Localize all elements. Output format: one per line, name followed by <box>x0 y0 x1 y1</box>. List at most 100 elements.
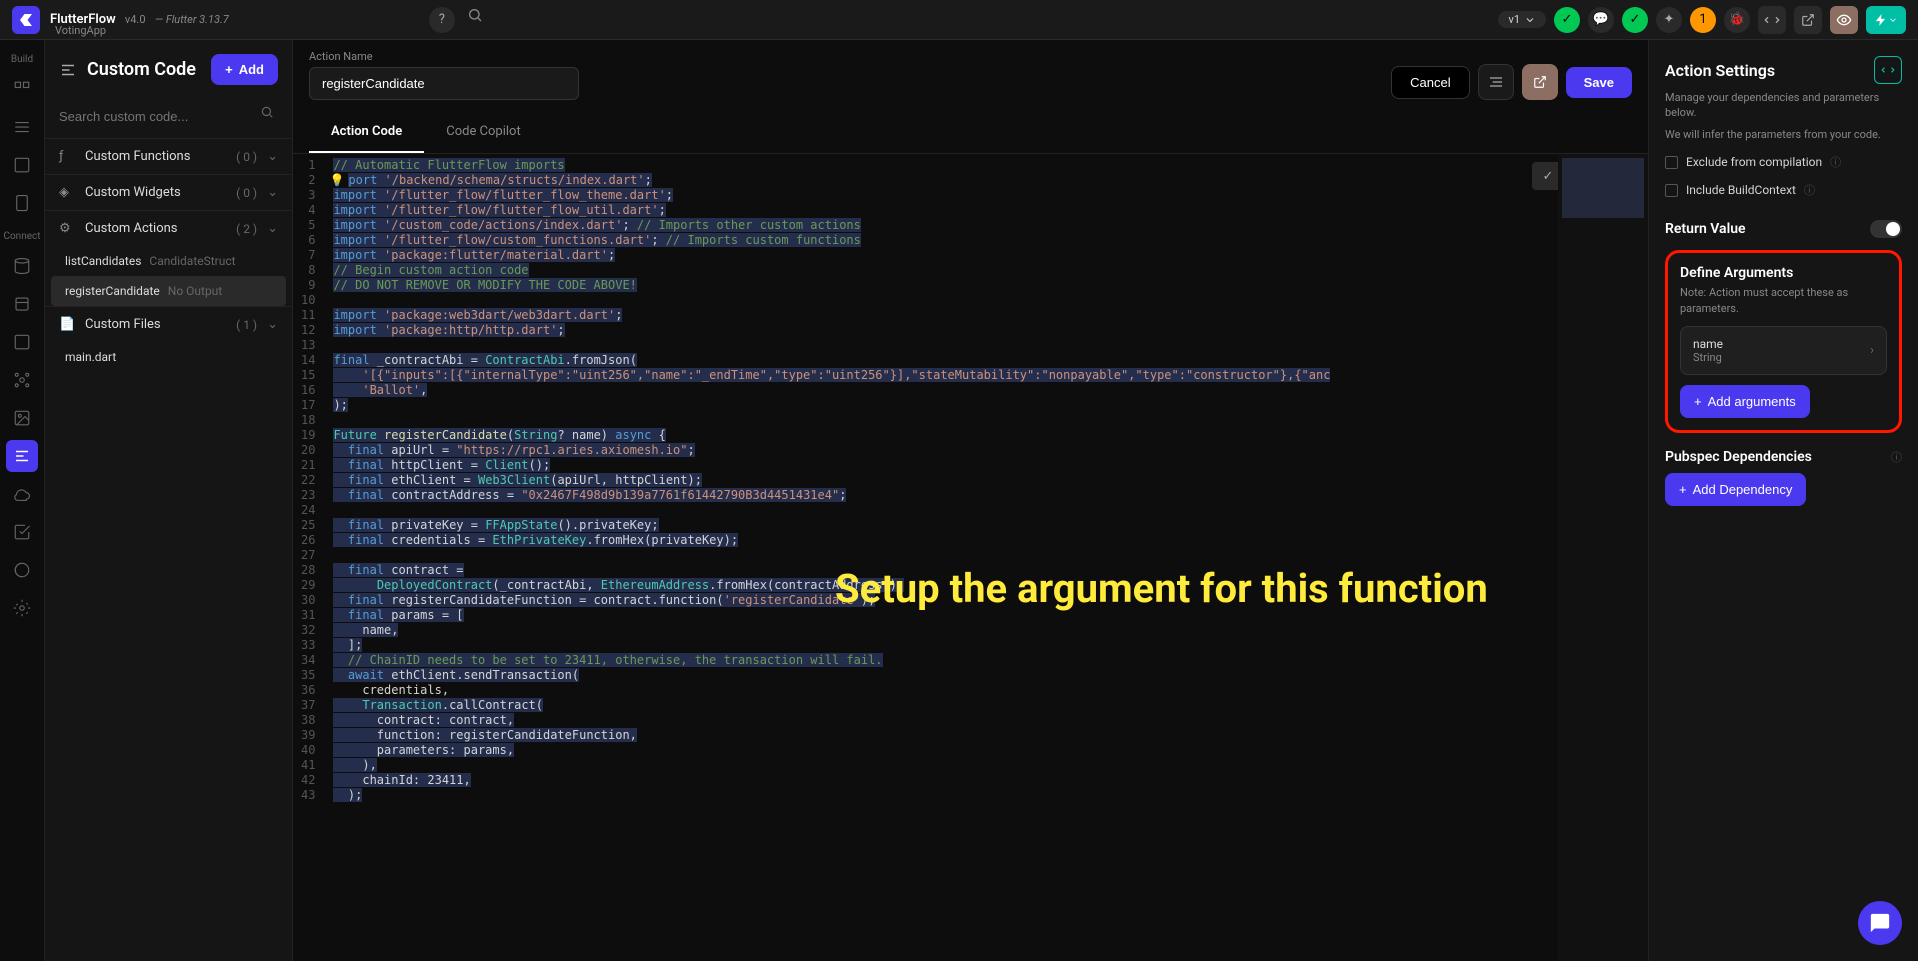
code-line[interactable]: // Automatic FlutterFlow imports <box>327 158 1648 173</box>
comments-icon[interactable]: 💬 <box>1588 7 1614 33</box>
branch-selector[interactable]: v1 <box>1498 11 1546 28</box>
code-line[interactable]: ), <box>327 758 1648 773</box>
save-button[interactable]: Save <box>1566 67 1632 98</box>
code-line[interactable]: contract: contract, <box>327 713 1648 728</box>
rail-storyboard-icon[interactable] <box>6 149 38 181</box>
rail-api-icon[interactable] <box>6 364 38 396</box>
code-line[interactable] <box>327 293 1648 308</box>
code-line[interactable]: import '/flutter_flow/flutter_flow_util.… <box>327 203 1648 218</box>
code-line[interactable]: final privateKey = FFAppState().privateK… <box>327 518 1648 533</box>
include-buildcontext-row[interactable]: Include BuildContext ⓘ <box>1665 176 1902 204</box>
info-icon[interactable]: ⓘ <box>1830 154 1841 170</box>
minimap[interactable] <box>1558 154 1648 961</box>
search-input[interactable] <box>59 103 278 130</box>
code-line[interactable]: final _contractAbi = ContractAbi.fromJso… <box>327 353 1648 368</box>
code-line[interactable] <box>327 338 1648 353</box>
app-logo[interactable] <box>12 6 40 34</box>
rail-cloud-icon[interactable] <box>6 478 38 510</box>
rail-datatypes-icon[interactable] <box>6 288 38 320</box>
code-line[interactable]: ); <box>327 398 1648 413</box>
code-line[interactable]: Transaction.callContract( <box>327 698 1648 713</box>
code-line[interactable]: import '/custom_code/actions/index.dart'… <box>327 218 1648 233</box>
code-settings-icon[interactable] <box>1874 56 1902 84</box>
code-line[interactable]: import 'package:web3dart/web3dart.dart'; <box>327 308 1648 323</box>
warning-count-icon[interactable]: 1 <box>1690 7 1716 33</box>
section-custom-widgets[interactable]: ◈ Custom Widgets ( 0 ) ⌄ <box>45 174 292 210</box>
code-line[interactable]: // Begin custom action code <box>327 263 1648 278</box>
code-line[interactable]: import '/flutter_flow/flutter_flow_theme… <box>327 188 1648 203</box>
info-icon[interactable]: ⓘ <box>1804 182 1815 198</box>
code-line[interactable]: final contractAddress = "0x2467F498d9b13… <box>327 488 1648 503</box>
bug-icon[interactable]: 🐞 <box>1724 7 1750 33</box>
code-view-icon[interactable] <box>1758 6 1786 34</box>
status-check-2-icon[interactable]: ✓ <box>1622 7 1648 33</box>
rail-custom-code-icon[interactable] <box>6 440 38 472</box>
rail-widget-tree-icon[interactable] <box>6 73 38 105</box>
code-line[interactable]: chainId: 23411, <box>327 773 1648 788</box>
checkbox-icon[interactable] <box>1665 156 1678 169</box>
add-dependency-button[interactable]: + Add Dependency <box>1665 473 1806 506</box>
open-editor-icon[interactable] <box>1522 64 1558 100</box>
code-line[interactable]: final httpClient = Client(); <box>327 458 1648 473</box>
code-line[interactable]: import 'package:http/http.dart'; <box>327 323 1648 338</box>
action-name-input[interactable] <box>309 67 579 100</box>
action-item-listcandidates[interactable]: listCandidates CandidateStruct <box>45 246 292 276</box>
rail-tests-icon[interactable] <box>6 516 38 548</box>
code-line[interactable]: final ethClient = Web3Client(apiUrl, htt… <box>327 473 1648 488</box>
return-value-toggle[interactable] <box>1870 220 1902 238</box>
run-button[interactable] <box>1866 6 1906 34</box>
code-line[interactable]: final credentials = EthPrivateKey.fromHe… <box>327 533 1648 548</box>
add-button[interactable]: + Add <box>211 54 278 85</box>
code-line[interactable] <box>327 503 1648 518</box>
code-line[interactable]: final registerCandidateFunction = contra… <box>327 593 1648 608</box>
code-line[interactable]: final apiUrl = "https://rpc1.aries.axiom… <box>327 443 1648 458</box>
code-line[interactable]: '[{"inputs":[{"internalType":"uint256","… <box>327 368 1648 383</box>
add-arguments-button[interactable]: + Add arguments <box>1680 385 1810 418</box>
preview-icon[interactable] <box>1830 6 1858 34</box>
section-custom-actions[interactable]: ⚙ Custom Actions ( 2 ) ⌄ <box>45 210 292 246</box>
help-icon[interactable]: ? <box>429 7 455 33</box>
rail-firestore-icon[interactable] <box>6 250 38 282</box>
code-line[interactable]: credentials, <box>327 683 1648 698</box>
checkbox-icon[interactable] <box>1665 184 1678 197</box>
code-line[interactable]: import '/flutter_flow/custom_functions.d… <box>327 233 1648 248</box>
cancel-button[interactable]: Cancel <box>1391 66 1469 99</box>
code-line[interactable]: DeployedContract(_contractAbi, EthereumA… <box>327 578 1648 593</box>
search-icon[interactable] <box>467 7 483 33</box>
action-item-registercandidate[interactable]: registerCandidate No Output <box>51 276 286 306</box>
code-line[interactable]: function: registerCandidateFunction, <box>327 728 1648 743</box>
rail-appstate-icon[interactable] <box>6 326 38 358</box>
open-external-icon[interactable] <box>1794 6 1822 34</box>
file-item-main[interactable]: main.dart <box>45 342 292 372</box>
format-icon[interactable] <box>1478 64 1514 100</box>
code-editor[interactable]: 1234567891011121314151617181920212223242… <box>293 154 1648 961</box>
argument-card[interactable]: name String › <box>1680 326 1887 375</box>
code-line[interactable]: name, <box>327 623 1648 638</box>
code-line[interactable]: 💡port '/backend/schema/structs/index.dar… <box>327 173 1648 188</box>
code-line[interactable]: Future registerCandidate(String? name) a… <box>327 428 1648 443</box>
code-line[interactable]: 'Ballot', <box>327 383 1648 398</box>
sparkle-icon[interactable]: ✦ <box>1656 7 1682 33</box>
rail-page-icon[interactable] <box>6 111 38 143</box>
code-line[interactable]: final contract = <box>327 563 1648 578</box>
code-line[interactable]: ]; <box>327 638 1648 653</box>
rail-media-icon[interactable] <box>6 402 38 434</box>
tab-action-code[interactable]: Action Code <box>309 112 424 153</box>
section-custom-files[interactable]: 📄 Custom Files ( 1 ) ⌄ <box>45 306 292 342</box>
code-line[interactable]: final params = [ <box>327 608 1648 623</box>
exclude-compilation-row[interactable]: Exclude from compilation ⓘ <box>1665 148 1902 176</box>
rail-theme-icon[interactable] <box>6 554 38 586</box>
code-line[interactable]: parameters: params, <box>327 743 1648 758</box>
section-custom-functions[interactable]: ƒ Custom Functions ( 0 ) ⌄ <box>45 138 292 174</box>
code-line[interactable] <box>327 548 1648 563</box>
code-line[interactable]: import 'package:flutter/material.dart'; <box>327 248 1648 263</box>
code-line[interactable]: // ChainID needs to be set to 23411, oth… <box>327 653 1648 668</box>
status-check-1-icon[interactable]: ✓ <box>1554 7 1580 33</box>
code-line[interactable]: await ethClient.sendTransaction( <box>327 668 1648 683</box>
rail-devices-icon[interactable] <box>6 187 38 219</box>
code-line[interactable] <box>327 413 1648 428</box>
chat-bubble-icon[interactable] <box>1858 901 1902 945</box>
info-icon[interactable]: ⓘ <box>1891 449 1902 465</box>
rail-settings-icon[interactable] <box>6 592 38 624</box>
code-line[interactable]: // DO NOT REMOVE OR MODIFY THE CODE ABOV… <box>327 278 1648 293</box>
